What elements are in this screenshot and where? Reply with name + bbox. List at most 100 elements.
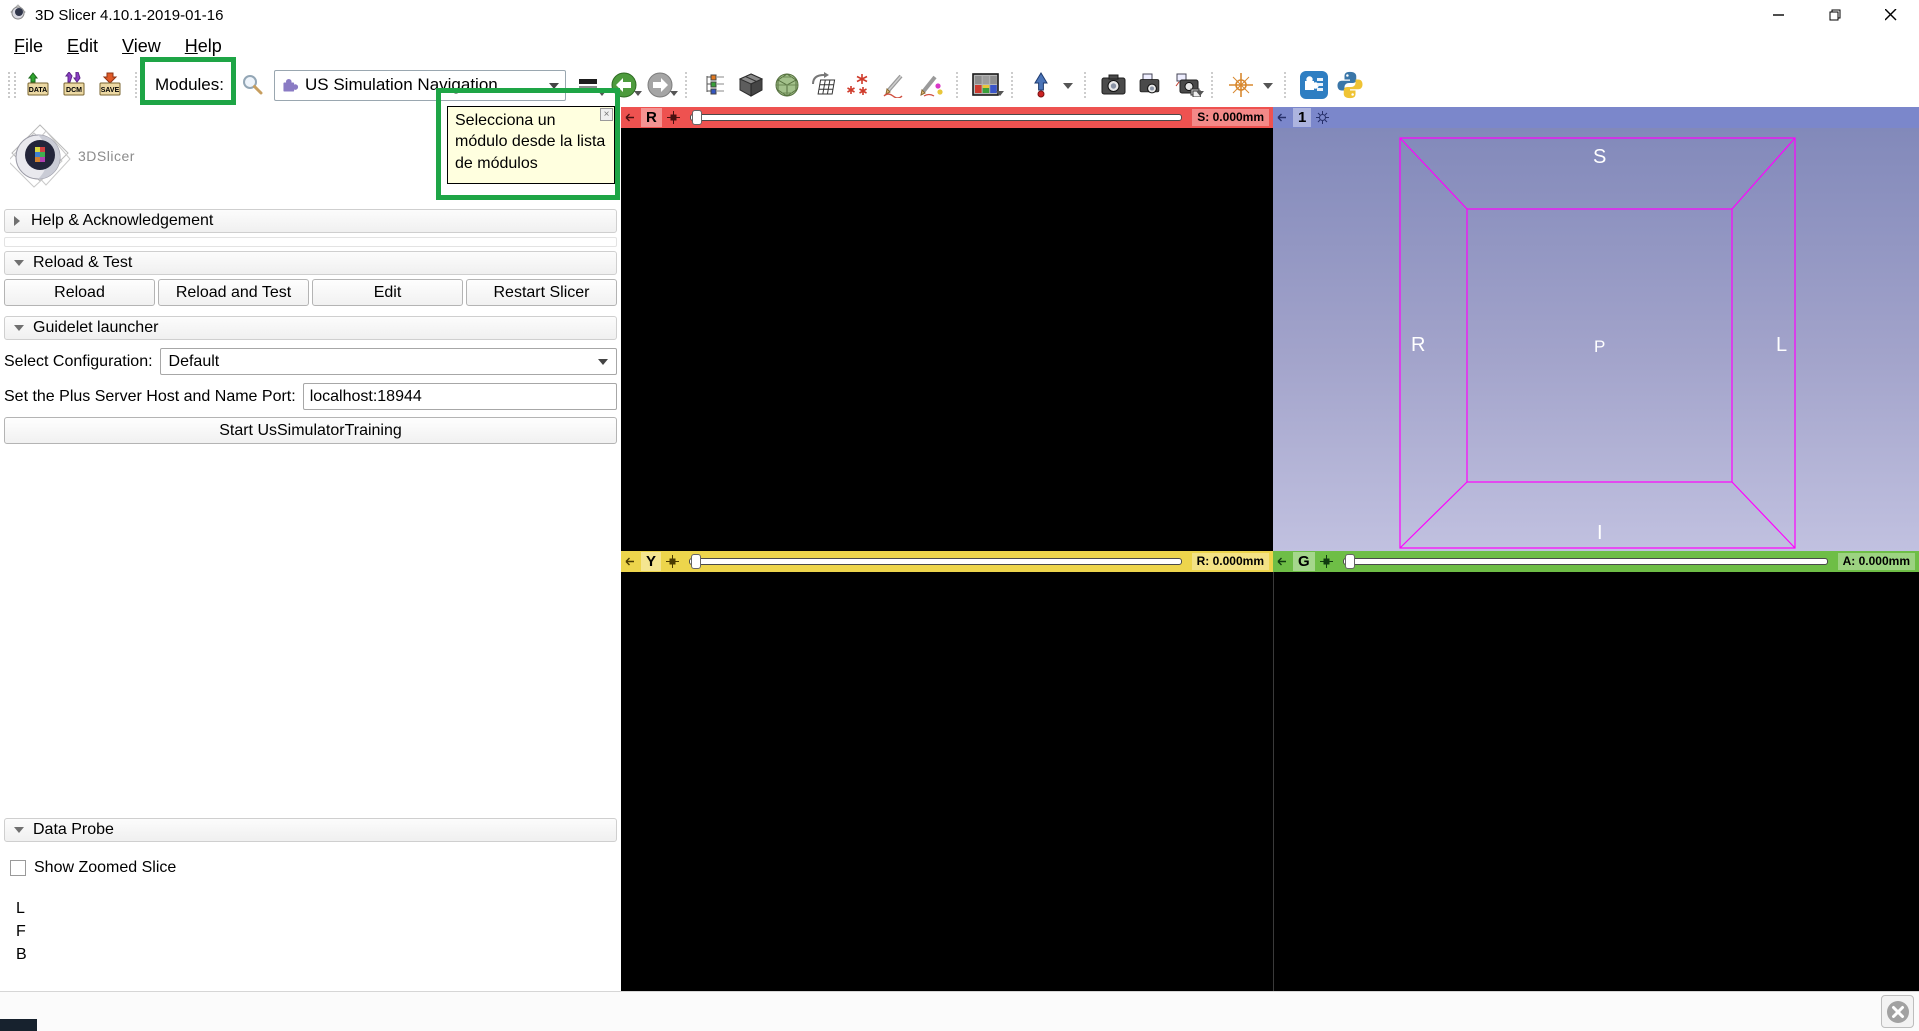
section-help-acknowledgement[interactable]: Help & Acknowledgement (4, 209, 617, 233)
threed-view-label[interactable]: 1 (1293, 108, 1311, 127)
reload-button[interactable]: Reload (4, 279, 155, 306)
slice-link-icon[interactable] (667, 111, 680, 124)
extensions-manager-button[interactable] (1298, 67, 1330, 103)
yellow-slice-view: Y R: 0.000mm (621, 551, 1273, 991)
slicer-logo-text: 3DSlicer (78, 148, 135, 164)
section-guidelet-launcher[interactable]: Guidelet launcher (4, 316, 617, 340)
maximize-button[interactable] (1807, 0, 1863, 30)
camera-icon (1100, 73, 1127, 97)
red-slice-controller: R S: 0.000mm (621, 107, 1273, 128)
load-data-icon: DATA (25, 72, 51, 98)
restart-slicer-button[interactable]: Restart Slicer (466, 279, 617, 306)
chevron-down-icon (598, 359, 608, 370)
scene-view-button[interactable] (1134, 67, 1166, 103)
slider-handle[interactable] (691, 554, 701, 569)
select-configuration-label: Select Configuration: (4, 353, 153, 371)
show-zoomed-slice-checkbox[interactable] (10, 860, 26, 876)
toolbar-separator (135, 72, 140, 98)
yellow-view-label[interactable]: Y (641, 552, 661, 571)
save-data-button[interactable]: SAVE (94, 67, 126, 103)
slider-handle[interactable] (1345, 554, 1355, 569)
search-icon (241, 74, 263, 96)
module-selector-tooltip: Selecciona un módulo desde la lista de m… (447, 106, 615, 184)
configuration-combobox[interactable]: Default (160, 348, 617, 375)
tooltip-close-icon[interactable]: × (600, 108, 613, 121)
python-icon (1335, 70, 1365, 100)
slice-link-icon[interactable] (666, 555, 679, 568)
title-bar: 3D Slicer 4.10.1-2019-01-16 (0, 0, 1919, 30)
toolbar-separator (956, 72, 961, 98)
section-data-probe[interactable]: Data Probe (4, 818, 617, 842)
mouse-mode-dropdown[interactable] (1059, 67, 1077, 103)
modules-label: Modules: (155, 75, 224, 95)
toolbar-separator (1284, 72, 1289, 98)
yellow-slice-viewport[interactable] (621, 572, 1273, 991)
edit-button[interactable]: Edit (312, 279, 463, 306)
show-zoomed-slice-label: Show Zoomed Slice (34, 859, 176, 877)
log-close-button[interactable] (1881, 995, 1914, 1028)
slider-handle[interactable] (692, 110, 702, 125)
plus-server-host-input[interactable] (303, 383, 617, 410)
python-console-button[interactable] (1334, 67, 1366, 103)
threed-viewport[interactable]: S R P L I (1273, 128, 1919, 551)
minimize-button[interactable] (1751, 0, 1807, 30)
red-view-label[interactable]: R (641, 108, 662, 127)
toolbar-separator (1011, 72, 1016, 98)
svg-text:DATA: DATA (29, 87, 47, 94)
module-tree-icon (703, 73, 727, 97)
menu-file[interactable]: File (14, 36, 43, 57)
start-training-button[interactable]: Start UsSimulatorTraining (4, 417, 617, 444)
crosshair-dropdown[interactable] (1259, 67, 1277, 103)
spin-icon[interactable] (1316, 111, 1329, 124)
section-reload-test[interactable]: Reload & Test (4, 251, 617, 275)
pin-icon[interactable] (625, 556, 636, 567)
collapsed-arrow-icon (14, 216, 25, 226)
orientation-label-s: S (1593, 146, 1606, 169)
volume-rendering-button[interactable] (771, 67, 803, 103)
reload-and-test-button[interactable]: Reload and Test (158, 279, 309, 306)
green-slice-viewport[interactable] (1273, 572, 1919, 991)
pencil-icon (882, 72, 908, 98)
green-view-label[interactable]: G (1293, 552, 1315, 571)
layout-selector-button[interactable] (970, 67, 1002, 103)
menu-edit[interactable]: Edit (67, 36, 98, 57)
svg-text:SAVE: SAVE (101, 87, 120, 94)
scene-view-restore-button[interactable] (1170, 67, 1202, 103)
yellow-slice-slider[interactable] (689, 558, 1182, 565)
transforms-button[interactable] (807, 67, 839, 103)
pin-icon[interactable] (625, 112, 636, 123)
menu-help[interactable]: Help (185, 36, 222, 57)
orientation-label-p: P (1594, 337, 1605, 357)
screenshot-button[interactable] (1098, 67, 1130, 103)
crosshair-button[interactable] (1225, 67, 1257, 103)
module-back-button[interactable] (608, 67, 640, 103)
subject-hierarchy-button[interactable] (699, 67, 731, 103)
close-button[interactable] (1863, 0, 1919, 30)
load-dicom-button[interactable]: DCM (58, 67, 90, 103)
module-selector[interactable]: US Simulation Navigation (274, 70, 566, 101)
load-data-button[interactable]: DATA (22, 67, 54, 103)
slice-link-icon[interactable] (1320, 555, 1333, 568)
module-search-button[interactable] (236, 67, 268, 103)
data-module-button[interactable] (735, 67, 767, 103)
restore-icon (1829, 9, 1842, 22)
markup-fiducials-button[interactable] (843, 67, 875, 103)
reload-test-buttons: Reload Reload and Test Edit Restart Slic… (4, 279, 617, 306)
green-slice-slider[interactable] (1343, 558, 1828, 565)
menu-view[interactable]: View (122, 36, 161, 57)
mouse-mode-button[interactable] (1025, 67, 1057, 103)
pin-icon[interactable] (1277, 112, 1288, 123)
annotation-ruler-button[interactable] (879, 67, 911, 103)
save-data-icon: SAVE (97, 72, 123, 98)
module-history-button[interactable] (572, 67, 604, 103)
annotation-pencil-button[interactable] (915, 67, 947, 103)
red-slice-viewport[interactable] (621, 128, 1273, 551)
module-panel: 3DSlicer Help & Acknowledgement Reload &… (0, 107, 621, 991)
pin-icon[interactable] (1277, 556, 1288, 567)
extensions-icon (1299, 70, 1329, 100)
expanded-arrow-icon (14, 325, 24, 336)
module-forward-button[interactable] (644, 67, 676, 103)
red-slice-view: R S: 0.000mm (621, 107, 1273, 551)
toolbar-grip[interactable] (8, 72, 16, 98)
red-slice-slider[interactable] (690, 114, 1182, 121)
